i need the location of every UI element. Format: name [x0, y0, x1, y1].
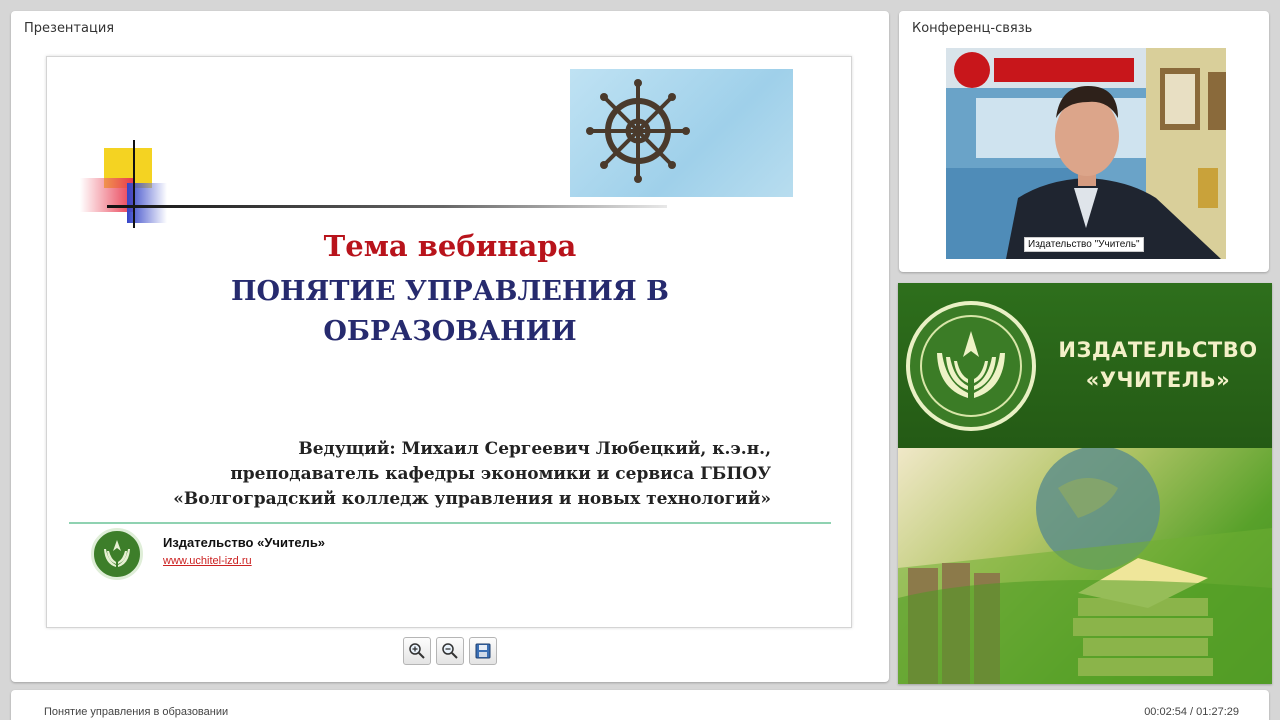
- slide-publisher-link[interactable]: www.uchitel-izd.ru: [163, 555, 252, 567]
- banner-title-line1: ИЗДАТЕЛЬСТВО: [1058, 338, 1258, 362]
- books-globe-illustration: [898, 448, 1272, 684]
- zoom-in-button[interactable]: [403, 637, 431, 665]
- banner-logo-icon: [906, 301, 1036, 431]
- zoom-in-icon: [409, 643, 425, 659]
- conference-panel: Конференц-связь Издательство "Учитель": [899, 11, 1269, 272]
- publisher-logo-icon: [91, 528, 143, 580]
- banner-books-image: [898, 448, 1272, 684]
- ship-wheel-image: [570, 69, 793, 197]
- slide-publisher-name: Издательство «Учитель»: [163, 535, 326, 550]
- slide-lead-line3: «Волгоградский колледж управления и новы…: [173, 489, 771, 509]
- publisher-banner: ИЗДАТЕЛЬСТВО «УЧИТЕЛЬ»: [898, 283, 1272, 684]
- zoom-out-button[interactable]: [436, 637, 464, 665]
- slide-topic-title: ПОНЯТИЕ УПРАВЛЕНИЯ В ОБРАЗОВАНИИ: [47, 272, 851, 352]
- presentation-panel: Презентация Тема вебинара ПОНЯТИЕ УПРАВЛ…: [11, 11, 889, 682]
- slide-lead-line1: Ведущий: Михаил Сергеевич Любецкий, к.э.…: [298, 439, 771, 459]
- slide-lead-line2: преподаватель кафедры экономики и сервис…: [230, 464, 771, 484]
- participant-name-label: Издательство "Учитель": [1024, 237, 1144, 252]
- video-frame: [946, 48, 1226, 259]
- save-icon: [475, 643, 491, 659]
- decor-horizontal-line: [107, 205, 667, 208]
- webinar-title: Понятие управления в образовании: [44, 706, 229, 718]
- ship-wheel-icon: [586, 79, 690, 183]
- zoom-out-icon: [442, 643, 458, 659]
- presentation-panel-title: Презентация: [24, 21, 115, 36]
- playback-time: 00:02:54 / 01:27:29: [1144, 706, 1239, 718]
- slide-topic-line2: ОБРАЗОВАНИИ: [323, 316, 577, 347]
- footer-bar: Понятие управления в образовании 00:02:5…: [11, 690, 1269, 720]
- decor-vertical-line: [133, 140, 135, 228]
- banner-header: ИЗДАТЕЛЬСТВО «УЧИТЕЛЬ»: [898, 283, 1272, 448]
- presentation-slide: Тема вебинара ПОНЯТИЕ УПРАВЛЕНИЯ В ОБРАЗ…: [46, 56, 852, 628]
- conference-panel-title: Конференц-связь: [912, 21, 1033, 36]
- banner-title-line2: «УЧИТЕЛЬ»: [1085, 368, 1231, 392]
- save-button[interactable]: [469, 637, 497, 665]
- participant-video[interactable]: Издательство "Учитель": [946, 48, 1226, 259]
- slide-divider: [69, 522, 831, 524]
- slide-topic-line1: ПОНЯТИЕ УПРАВЛЕНИЯ В: [231, 276, 669, 307]
- slide-topic-label: Тема вебинара: [323, 229, 577, 263]
